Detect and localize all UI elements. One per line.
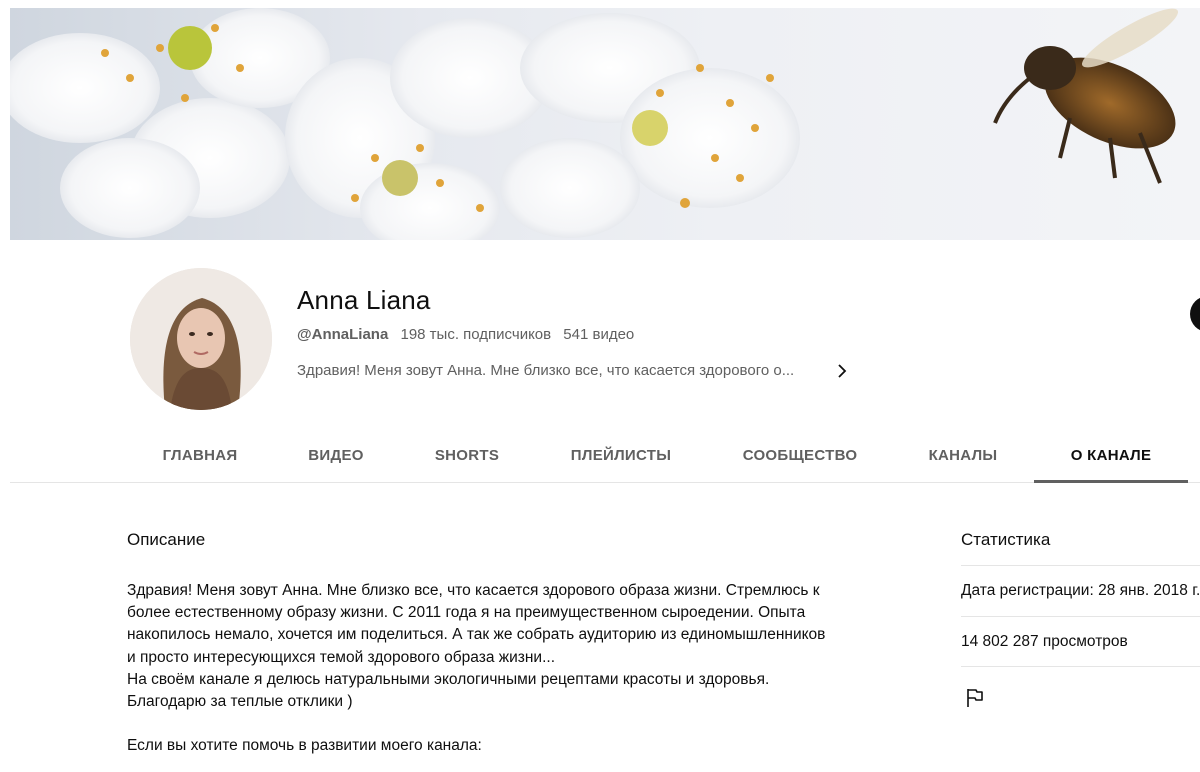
description-line: и просто интересующихся темой здорового … — [127, 648, 556, 666]
description-line: более естественному образу жизни. С 2011… — [127, 604, 806, 622]
description-text: Здравия! Меня зовут Анна. Мне близко все… — [127, 580, 887, 757]
header-action-button[interactable] — [1190, 296, 1200, 332]
video-count: 541 видео — [563, 326, 635, 343]
channel-tabs: ГЛАВНАЯ ВИДЕО SHORTS ПЛЕЙЛИСТЫ СООБЩЕСТВ… — [10, 432, 1200, 483]
stats-title: Статистика — [961, 530, 1051, 549]
banner-art — [10, 8, 1179, 240]
tab-channels[interactable]: КАНАЛЫ — [892, 432, 1034, 480]
description-line: накопилось немало, хочется им поделиться… — [127, 626, 826, 644]
stats-divider — [961, 666, 1200, 667]
tab-shorts[interactable]: SHORTS — [400, 432, 534, 480]
description-line: Если вы хотите помочь в развитии моего к… — [127, 737, 482, 755]
avatar-image — [130, 268, 272, 410]
channel-page: Anna Liana @AnnaLiana 198 тыс. подписчик… — [0, 0, 1200, 772]
registration-date: Дата регистрации: 28 янв. 2018 г. — [961, 582, 1200, 599]
tab-playlists[interactable]: ПЛЕЙЛИСТЫ — [534, 432, 708, 480]
flag-icon[interactable] — [963, 686, 987, 710]
tab-home[interactable]: ГЛАВНАЯ — [128, 432, 272, 480]
channel-meta: @AnnaLiana 198 тыс. подписчиков 541 виде… — [297, 326, 634, 343]
tab-about[interactable]: О КАНАЛЕ — [1034, 432, 1188, 483]
flower-left — [10, 8, 330, 238]
subscriber-count: 198 тыс. подписчиков — [400, 326, 552, 343]
view-count: 14 802 287 просмотров — [961, 633, 1128, 650]
description-line: Благодарю за теплые отклики ) — [127, 693, 353, 711]
channel-tagline[interactable]: Здравия! Меня зовут Анна. Мне близко все… — [297, 362, 794, 379]
stats-divider — [961, 616, 1200, 617]
tab-community[interactable]: СООБЩЕСТВО — [708, 432, 892, 480]
channel-avatar[interactable] — [130, 268, 272, 410]
channel-handle: @AnnaLiana — [297, 326, 389, 343]
description-line: На своём канале я делюсь натуральными эк… — [127, 670, 770, 688]
stats-divider — [961, 565, 1200, 566]
chevron-right-icon[interactable] — [832, 361, 852, 381]
description-title: Описание — [127, 530, 206, 549]
channel-banner — [10, 8, 1200, 240]
description-line: Здравия! Меня зовут Анна. Мне близко все… — [127, 582, 820, 599]
channel-name: Anna Liana — [297, 285, 431, 315]
tab-videos[interactable]: ВИДЕО — [272, 432, 400, 480]
bee — [993, 8, 1179, 184]
